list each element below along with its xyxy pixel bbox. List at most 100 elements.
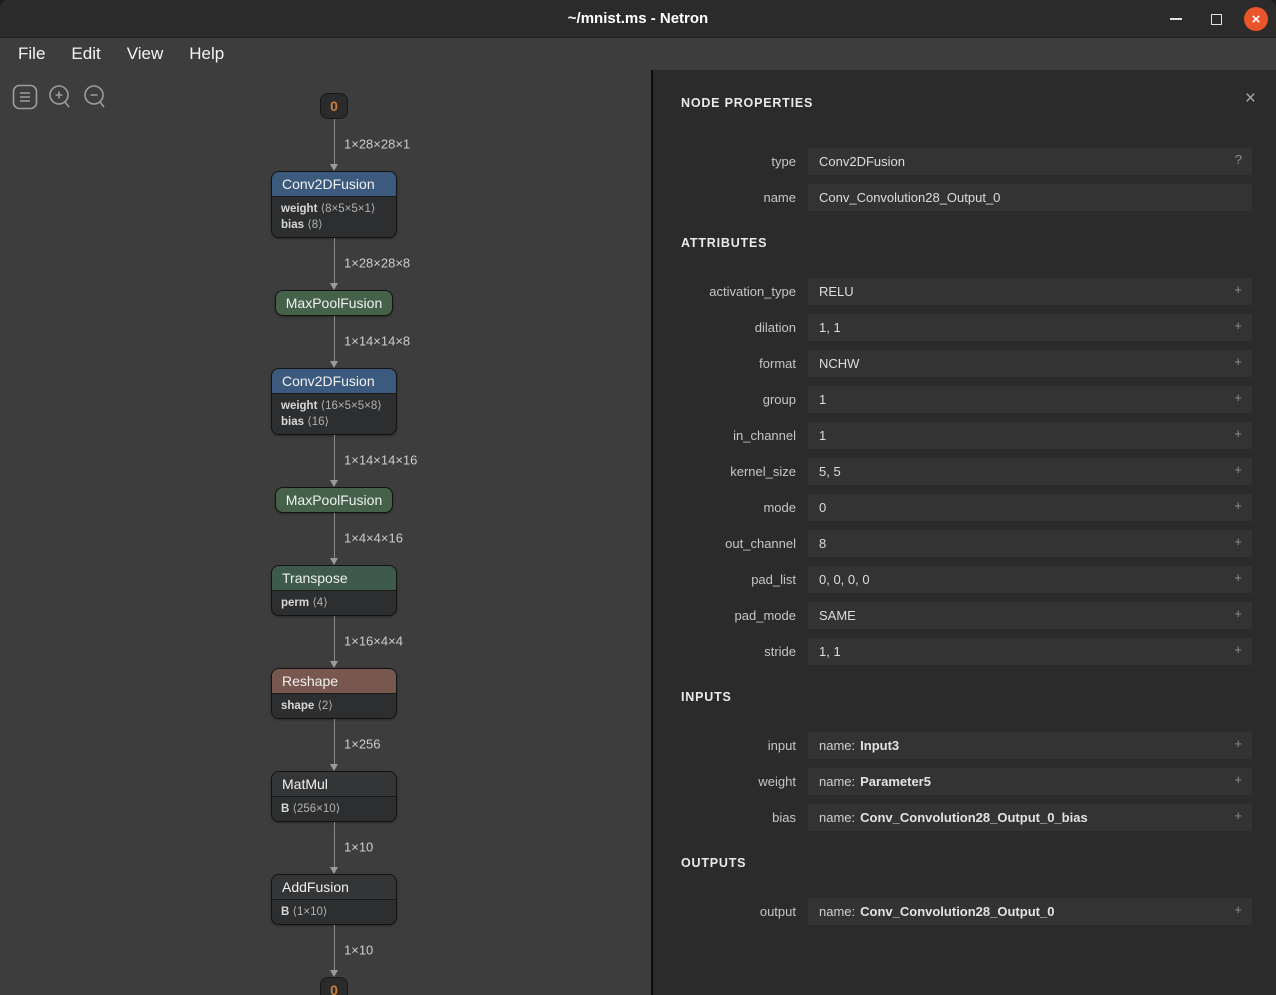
graph-node-conv2dfusion[interactable]: Conv2DFusionweight ⟨8×5×5×1⟩bias ⟨8⟩ xyxy=(271,171,397,238)
maximize-icon xyxy=(1211,14,1222,25)
property-value-box: 8+ xyxy=(808,530,1252,557)
property-label: out_channel xyxy=(653,536,796,551)
expand-icon[interactable]: + xyxy=(1234,736,1242,751)
edge-line xyxy=(334,719,335,764)
menu-toggle-button[interactable] xyxy=(12,84,38,110)
edge-arrowhead-icon xyxy=(330,164,338,171)
property-label: in_channel xyxy=(653,428,796,443)
node-title: MaxPoolFusion xyxy=(276,291,393,315)
minimize-button[interactable] xyxy=(1164,7,1188,31)
section-rows-outputs: outputname:Conv_Convolution28_Output_0+ xyxy=(653,898,1276,925)
node-attributes: weight ⟨8×5×5×1⟩bias ⟨8⟩ xyxy=(272,196,396,237)
attr-dims: ⟨16×5×5×8⟩ xyxy=(317,400,381,412)
property-label: weight xyxy=(653,774,796,789)
node-attr-perm: perm ⟨4⟩ xyxy=(272,594,396,610)
netron-window: ~/mnist.ms - Netron × FileEditViewHelp xyxy=(0,0,1276,995)
property-label: bias xyxy=(653,810,796,825)
graph-node-reshape[interactable]: Reshapeshape ⟨2⟩ xyxy=(271,668,397,719)
property-label: dilation xyxy=(653,320,796,335)
expand-icon[interactable]: + xyxy=(1234,462,1242,477)
close-button[interactable]: × xyxy=(1244,7,1268,31)
graph-edge: 1×28×28×1 xyxy=(333,119,335,171)
node-title: MatMul xyxy=(272,772,396,796)
close-icon: × xyxy=(1252,12,1261,27)
expand-icon[interactable]: + xyxy=(1234,426,1242,441)
panel-close-button[interactable]: × xyxy=(1245,92,1256,106)
attr-name: bias xyxy=(281,219,304,231)
graph-node-io-0[interactable]: 0 xyxy=(320,93,348,119)
property-value: Conv_Convolution28_Output_0 xyxy=(860,904,1054,919)
property-value: 1 xyxy=(819,428,826,443)
graph-edge: 1×28×28×8 xyxy=(333,238,335,290)
edge-shape-label: 1×10 xyxy=(344,942,373,957)
node-properties-panel: NODE PROPERTIES × typeConv2DFusion?nameC… xyxy=(651,70,1276,995)
graph-edge: 1×10 xyxy=(333,925,335,977)
help-icon[interactable]: ? xyxy=(1235,152,1242,167)
property-label: format xyxy=(653,356,796,371)
section-title-inputs: INPUTS xyxy=(681,690,1252,705)
graph-edge: 1×14×14×16 xyxy=(333,435,335,487)
maximize-button[interactable] xyxy=(1204,7,1228,31)
value-prefix: name: xyxy=(819,904,855,919)
property-value: Conv_Convolution28_Output_0 xyxy=(819,190,1000,205)
content: 01×28×28×1Conv2DFusionweight ⟨8×5×5×1⟩bi… xyxy=(0,70,1276,995)
edge-arrowhead-icon xyxy=(330,661,338,668)
node-attributes: B ⟨256×10⟩ xyxy=(272,796,396,821)
property-label: type xyxy=(653,154,796,169)
value-prefix: name: xyxy=(819,774,855,789)
node-title: Conv2DFusion xyxy=(272,369,396,393)
expand-icon[interactable]: + xyxy=(1234,642,1242,657)
panel-row-pad-list: pad_list0, 0, 0, 0+ xyxy=(653,566,1276,593)
property-label: activation_type xyxy=(653,284,796,299)
menu-item-view[interactable]: View xyxy=(117,42,174,66)
graph-node-maxpoolfusion[interactable]: MaxPoolFusion xyxy=(275,487,394,513)
expand-icon[interactable]: + xyxy=(1234,772,1242,787)
expand-icon[interactable]: + xyxy=(1234,390,1242,405)
menu-bar: FileEdit ViewHelp xyxy=(0,38,1276,70)
expand-icon[interactable]: + xyxy=(1234,902,1242,917)
expand-icon[interactable]: + xyxy=(1234,354,1242,369)
expand-icon[interactable]: + xyxy=(1234,606,1242,621)
expand-icon[interactable]: + xyxy=(1234,318,1242,333)
panel-row-output: outputname:Conv_Convolution28_Output_0+ xyxy=(653,898,1276,925)
graph-edge: 1×256 xyxy=(333,719,335,771)
graph-node-conv2dfusion[interactable]: Conv2DFusionweight ⟨16×5×5×8⟩bias ⟨16⟩ xyxy=(271,368,397,435)
graph-node-io-9[interactable]: 0 xyxy=(320,977,348,995)
graph-node-addfusion[interactable]: AddFusionB ⟨1×10⟩ xyxy=(271,874,397,925)
node-title: MaxPoolFusion xyxy=(276,488,393,512)
graph-node-matmul[interactable]: MatMulB ⟨256×10⟩ xyxy=(271,771,397,822)
attr-name: shape xyxy=(281,700,314,712)
property-value-box: Conv_Convolution28_Output_0 xyxy=(808,184,1252,211)
expand-icon[interactable]: + xyxy=(1234,534,1242,549)
graph-node-maxpoolfusion[interactable]: MaxPoolFusion xyxy=(275,290,394,316)
menu-item-file[interactable]: File xyxy=(8,42,55,66)
expand-icon[interactable]: + xyxy=(1234,570,1242,585)
expand-icon[interactable]: + xyxy=(1234,282,1242,297)
property-value: Parameter5 xyxy=(860,774,931,789)
attr-dims: ⟨2⟩ xyxy=(314,700,333,712)
attr-dims: ⟨4⟩ xyxy=(309,597,328,609)
property-value-box: name:Input3+ xyxy=(808,732,1252,759)
node-attr-weight: weight ⟨8×5×5×1⟩ xyxy=(272,200,396,216)
edge-shape-label: 1×16×4×4 xyxy=(344,633,403,648)
property-value-box: 0, 0, 0, 0+ xyxy=(808,566,1252,593)
edge-line xyxy=(334,435,335,480)
node-attributes: weight ⟨16×5×5×8⟩bias ⟨16⟩ xyxy=(272,393,396,434)
value-prefix: name: xyxy=(819,738,855,753)
zoom-out-button[interactable] xyxy=(82,84,108,110)
attr-name: bias xyxy=(281,416,304,428)
menu-item-edit[interactable]: Edit xyxy=(61,42,110,66)
menu-item-help[interactable]: Help xyxy=(179,42,234,66)
graph-canvas[interactable]: 01×28×28×1Conv2DFusionweight ⟨8×5×5×1⟩bi… xyxy=(0,70,651,995)
property-value-box: name:Conv_Convolution28_Output_0_bias+ xyxy=(808,804,1252,831)
property-value: NCHW xyxy=(819,356,859,371)
zoom-in-button[interactable] xyxy=(47,84,73,110)
property-value-box: Conv2DFusion? xyxy=(808,148,1252,175)
graph-node-transpose[interactable]: Transposeperm ⟨4⟩ xyxy=(271,565,397,616)
panel-title: NODE PROPERTIES xyxy=(681,96,813,110)
property-value: 0 xyxy=(819,500,826,515)
expand-icon[interactable]: + xyxy=(1234,808,1242,823)
expand-icon[interactable]: + xyxy=(1234,498,1242,513)
panel-row-group: group1+ xyxy=(653,386,1276,413)
node-attributes: shape ⟨2⟩ xyxy=(272,693,396,718)
